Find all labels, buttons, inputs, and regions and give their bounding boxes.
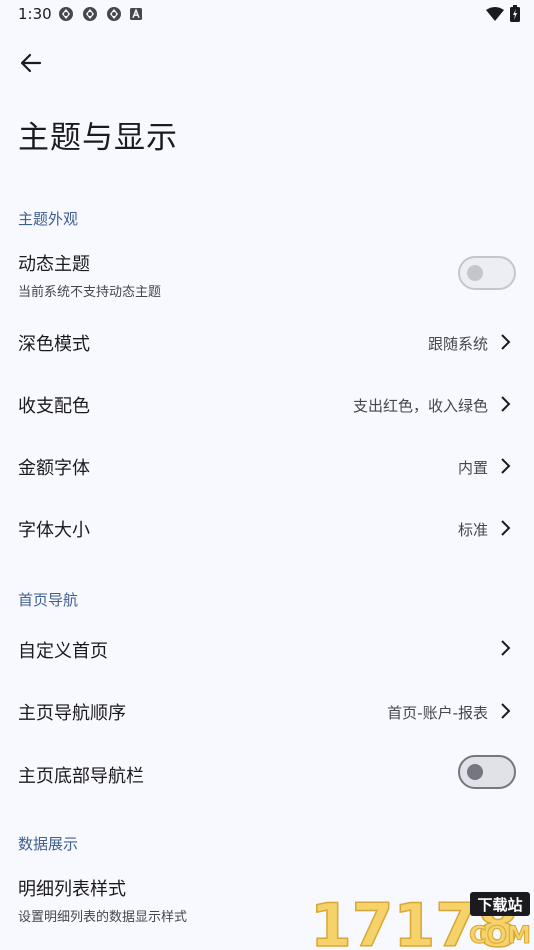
chevron-right-icon	[501, 458, 511, 474]
chevron-right-icon	[501, 520, 511, 536]
settings-screen: 1:30 主题与显示 主题外观 动态主题 当前系统不支持动态主题 深色模式 跟随…	[0, 0, 534, 950]
section-header-theme: 主题外观	[18, 210, 79, 228]
row-dynamic-theme[interactable]: 动态主题 当前系统不支持动态主题	[0, 240, 534, 308]
notification-icons	[58, 6, 142, 22]
watermark-domain: COM	[469, 921, 531, 949]
watermark-badge: 下载站	[477, 896, 522, 914]
row-value: 首页-账户-报表	[387, 704, 488, 722]
row-title: 动态主题	[18, 254, 90, 275]
row-dynamic-theme-text: 动态主题 当前系统不支持动态主题	[18, 250, 161, 300]
row-amount-font[interactable]: 金额字体 内置	[0, 436, 534, 496]
arrow-left-icon	[20, 53, 42, 73]
row-value: 标准	[457, 521, 488, 539]
row-title: 金额字体	[18, 458, 90, 479]
chevron-right-icon	[501, 396, 511, 412]
status-time: 1:30	[18, 5, 52, 23]
row-bottom-nav[interactable]: 主页底部导航栏	[0, 742, 534, 804]
section-header-data: 数据展示	[18, 835, 79, 853]
bottom-nav-switch[interactable]	[458, 755, 516, 789]
row-dark-mode[interactable]: 深色模式 跟随系统	[0, 312, 534, 372]
row-title: 主页导航顺序	[18, 703, 126, 724]
watermark-graphic: 17178 下载站 COM	[308, 888, 534, 950]
row-title: 收支配色	[18, 396, 90, 417]
wifi-icon	[486, 6, 504, 21]
status-bar: 1:30	[0, 0, 534, 28]
row-font-size[interactable]: 字体大小 标准	[0, 498, 534, 558]
row-title: 字体大小	[18, 520, 90, 541]
sync-icon	[83, 7, 97, 21]
switch-thumb	[467, 764, 483, 780]
row-color-scheme[interactable]: 收支配色 支出红色，收入绿色	[0, 374, 534, 434]
switch-thumb	[467, 265, 483, 281]
sync-icon	[107, 7, 121, 21]
back-button[interactable]	[14, 46, 48, 80]
sync-icon	[59, 7, 73, 21]
row-value: 跟随系统	[427, 335, 488, 353]
system-icons	[486, 5, 520, 22]
row-subtitle: 当前系统不支持动态主题	[18, 285, 162, 300]
page-title: 主题与显示	[18, 120, 178, 156]
row-subtitle: 设置明细列表的数据显示样式	[18, 910, 188, 925]
row-title: 深色模式	[18, 334, 90, 355]
row-value: 内置	[457, 459, 488, 477]
row-title: 明细列表样式	[18, 879, 126, 900]
section-header-home: 首页导航	[18, 591, 79, 609]
row-value: 支出红色，收入绿色	[352, 397, 488, 415]
row-nav-order[interactable]: 主页导航顺序 首页-账户-报表	[0, 680, 534, 740]
chevron-right-icon	[501, 334, 511, 350]
watermark-logo: 17178 下载站 COM	[308, 888, 534, 950]
a-icon	[130, 8, 142, 20]
chevron-right-icon	[501, 703, 511, 719]
row-custom-home[interactable]: 自定义首页	[0, 618, 534, 678]
dynamic-theme-switch[interactable]	[458, 256, 516, 290]
battery-icon	[510, 5, 520, 22]
row-title: 自定义首页	[18, 641, 108, 662]
chevron-right-icon	[501, 640, 511, 656]
row-title: 主页底部导航栏	[18, 766, 144, 787]
